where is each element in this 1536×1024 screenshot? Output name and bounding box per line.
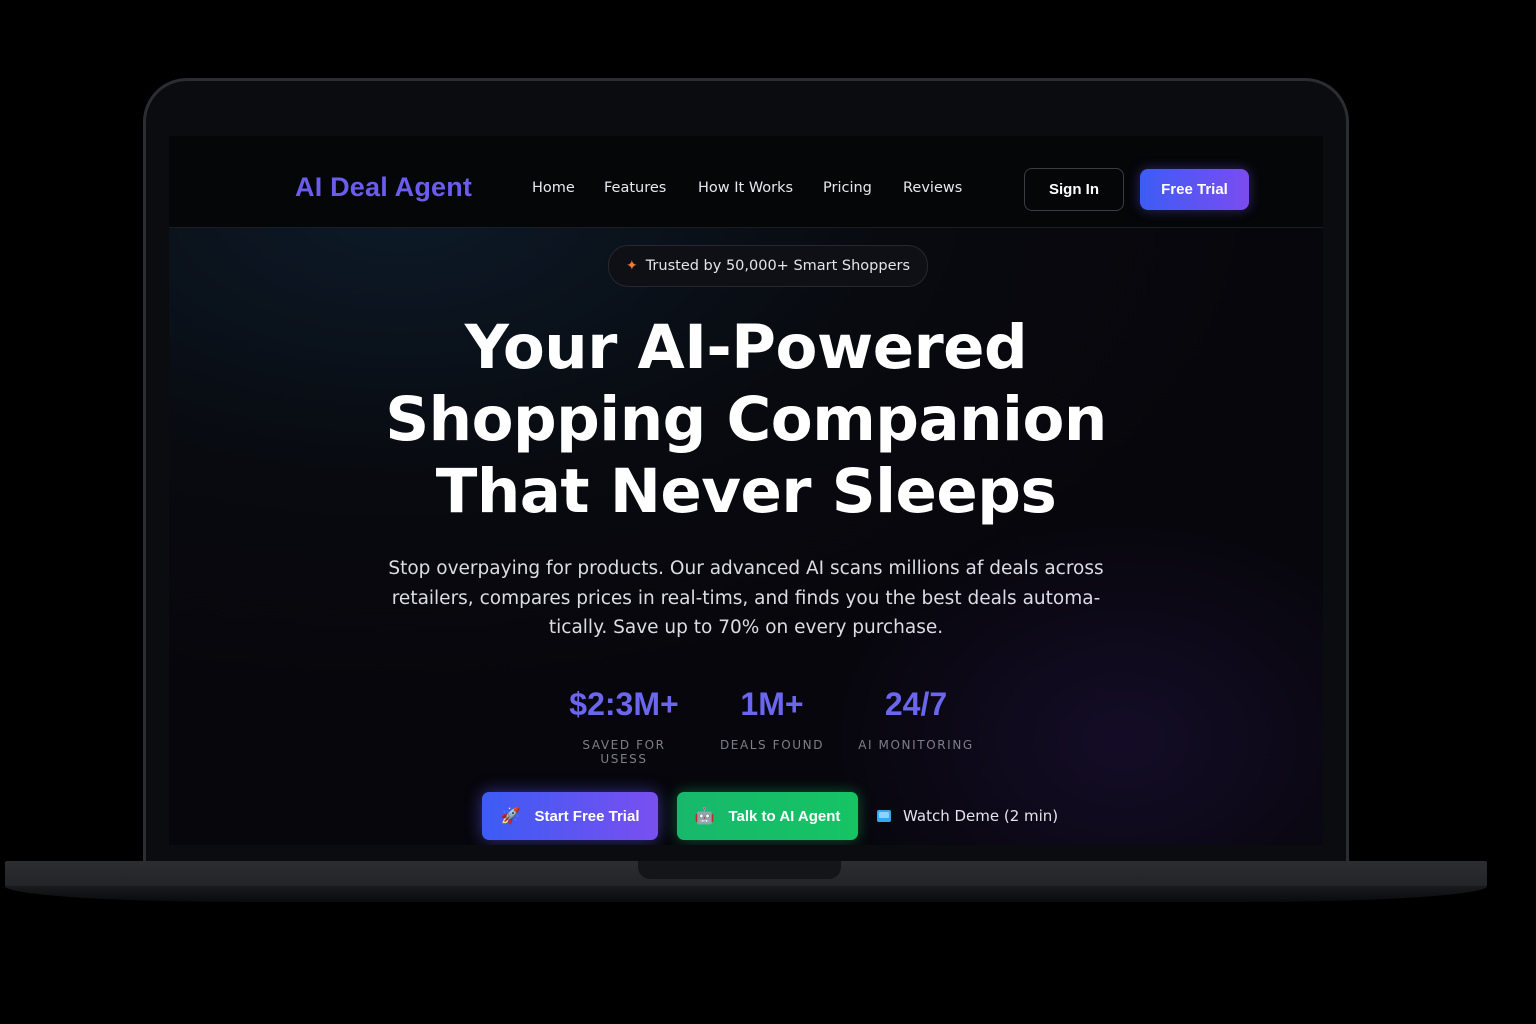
tv-icon — [877, 810, 891, 822]
rocket-icon: 🚀 — [500, 808, 521, 825]
start-free-trial-label: Start Free Trial — [534, 807, 640, 825]
nav-link-home[interactable]: Home — [532, 180, 575, 196]
stat-label: DEALS FOUND — [719, 738, 825, 752]
hero-subtext: Stop overpaying for products. Our advanc… — [388, 558, 1104, 638]
trust-badge-text: Trusted by 50,000+ Smart Shoppers — [645, 258, 911, 274]
laptop-screen: AI Deal Agent Home Features How It Works… — [169, 136, 1323, 845]
robot-icon: 🤖 — [694, 808, 715, 825]
free-trial-button[interactable]: Free Trial — [1140, 169, 1249, 210]
logo[interactable]: AI Deal Agent — [295, 172, 472, 203]
stat-monitoring: 24/7 AI MONITORING — [855, 684, 977, 752]
stat-label: AI MONITORING — [858, 738, 974, 752]
stat-value: 1M+ — [740, 686, 804, 722]
stat-saved: $2:3M+ SAVED FOR USESS — [558, 684, 690, 766]
hero-headline: Your AI-Powered Shopping Companion That … — [246, 312, 1246, 528]
sign-in-button[interactable]: Sign In — [1024, 168, 1124, 211]
sparkle-icon: ✦ — [625, 258, 638, 274]
nav-link-how-it-works[interactable]: How It Works — [698, 180, 793, 196]
headline-line-2: Shopping Companion — [385, 384, 1107, 455]
navbar: AI Deal Agent Home Features How It Works… — [169, 136, 1323, 228]
talk-to-agent-button[interactable]: 🤖 Talk to AI Agent — [677, 792, 858, 840]
nav-link-reviews[interactable]: Reviews — [903, 180, 962, 196]
stat-label: SAVED FOR USESS — [582, 738, 666, 766]
nav-link-pricing[interactable]: Pricing — [823, 180, 872, 196]
headline-line-3: That Never Sleeps — [435, 456, 1057, 527]
watch-demo-link[interactable]: Watch Deme (2 min) — [877, 805, 1058, 827]
watch-demo-label: Watch Deme (2 min) — [903, 807, 1059, 825]
stat-value: $2:3M+ — [569, 686, 679, 722]
trust-badge: ✦ Trusted by 50,000+ Smart Shoppers — [608, 245, 928, 287]
stat-deals: 1M+ DEALS FOUND — [717, 684, 827, 752]
laptop-base-edge — [5, 886, 1487, 902]
nav-link-features[interactable]: Features — [604, 180, 666, 196]
start-free-trial-button[interactable]: 🚀 Start Free Trial — [482, 792, 658, 840]
talk-to-agent-label: Talk to AI Agent — [728, 807, 841, 825]
stat-value: 24/7 — [884, 686, 948, 722]
laptop-notch — [638, 861, 841, 879]
headline-line-1: Your AI-Powered — [464, 312, 1028, 383]
